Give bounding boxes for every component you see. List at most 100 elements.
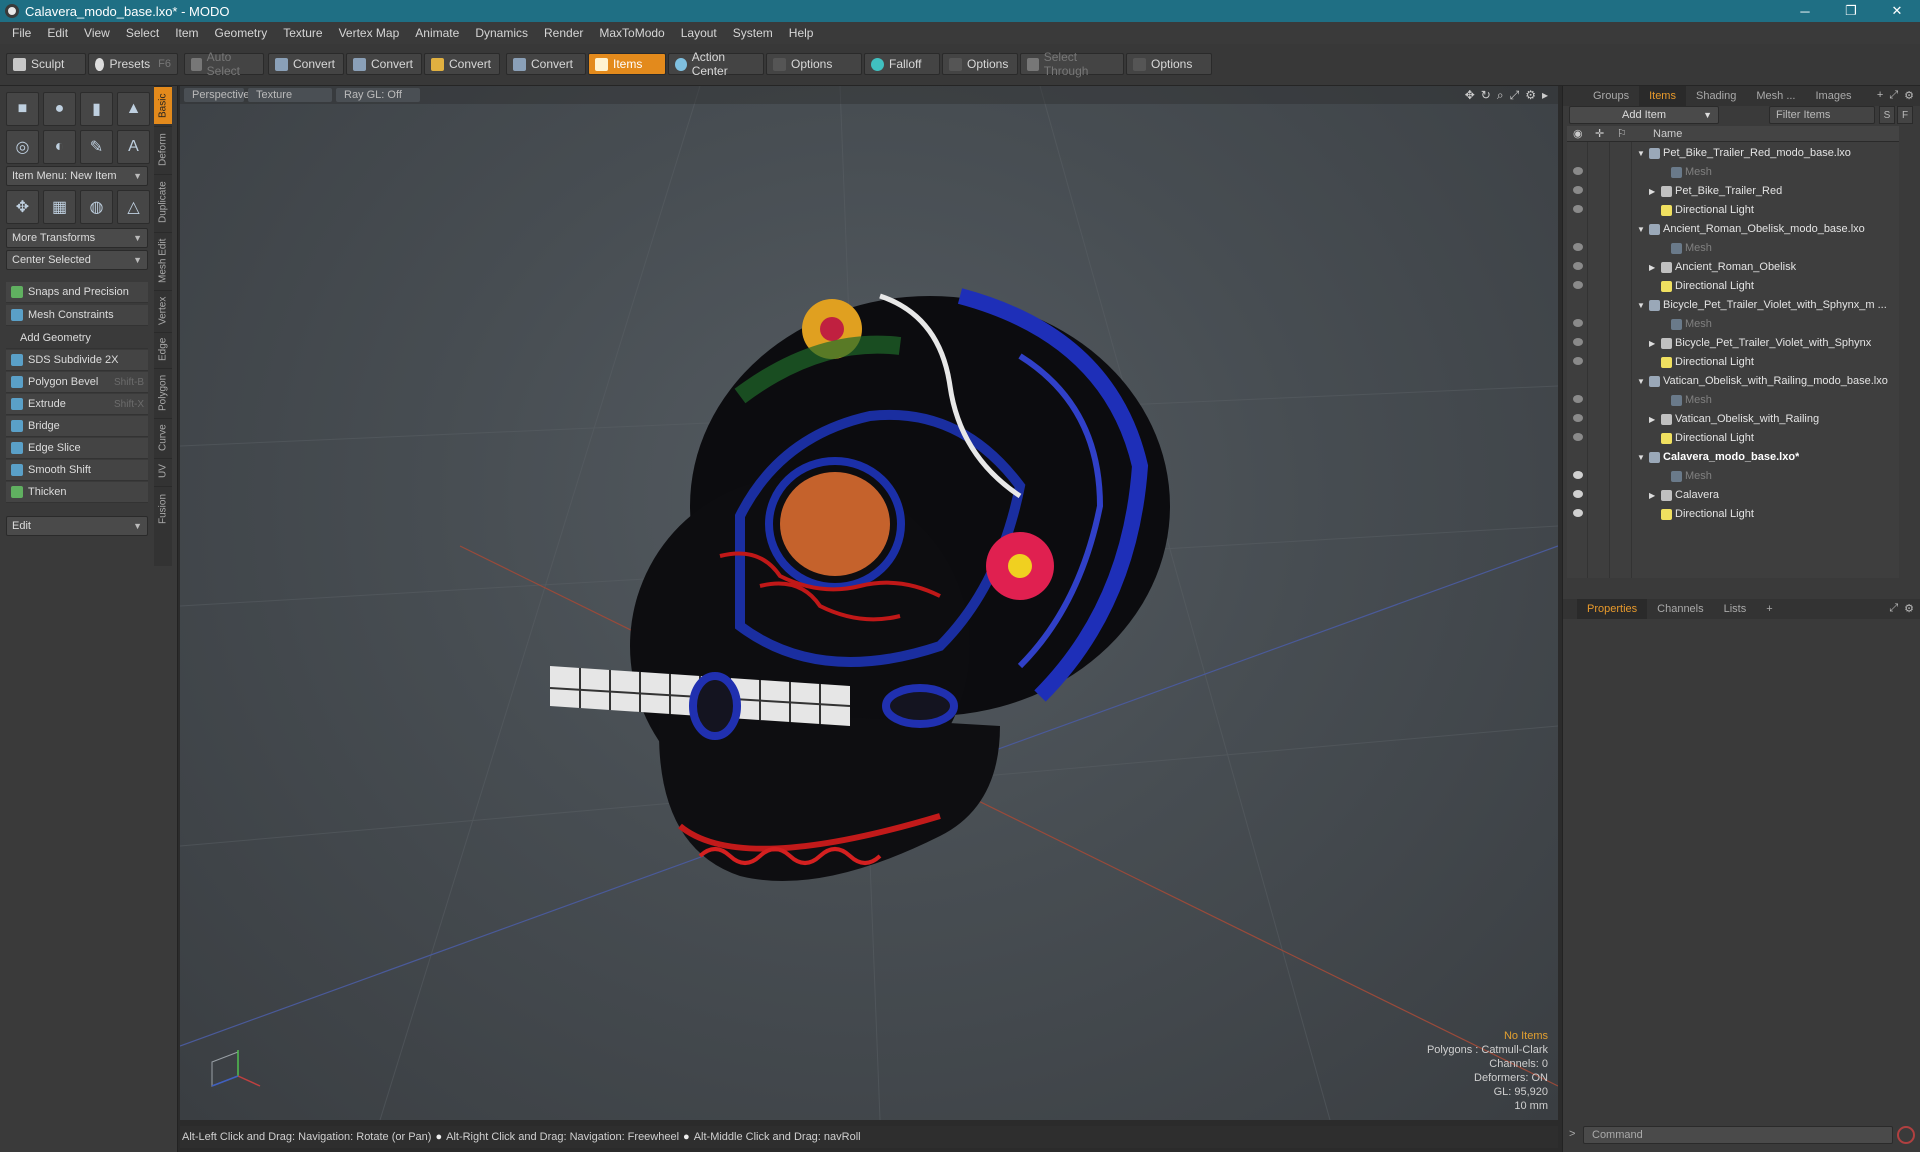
menu-dynamics[interactable]: Dynamics	[467, 26, 536, 40]
expand-right-icon[interactable]: ▶	[1649, 339, 1655, 348]
maximize-view-icon[interactable]: ⤢	[1510, 88, 1520, 103]
tab-deform[interactable]: Deform	[154, 126, 172, 172]
tree-row[interactable]: ▶ Calavera	[1567, 486, 1899, 504]
pyramid-tool-icon[interactable]: △	[117, 190, 150, 224]
select-through-button[interactable]: Select Through	[1020, 50, 1124, 78]
menu-view[interactable]: View	[76, 26, 118, 40]
expand-right-icon[interactable]: ▶	[1649, 187, 1655, 196]
tree-row[interactable]: Directional Light	[1567, 429, 1899, 447]
items-mode-button[interactable]: Items	[588, 53, 666, 75]
presets-button[interactable]: Presets F6	[88, 53, 178, 75]
visibility-eye-icon[interactable]	[1573, 338, 1583, 346]
convert-vertices-button[interactable]: Convert	[268, 53, 344, 75]
menu-help[interactable]: Help	[781, 26, 822, 40]
cone-tool-icon[interactable]: ▲	[117, 92, 150, 126]
expand-icon[interactable]: ⤢	[1889, 602, 1898, 615]
expand-down-icon[interactable]: ▼	[1637, 225, 1645, 234]
menu-item[interactable]: Item	[167, 26, 206, 40]
tree-row[interactable]: ▶ Vatican_Obelisk_with_Railing	[1567, 410, 1899, 428]
visibility-eye-icon[interactable]	[1573, 471, 1583, 479]
convert-polygons-button[interactable]: Convert	[424, 53, 500, 75]
center-selected-dropdown[interactable]: Center Selected ▼	[6, 250, 148, 270]
expand-right-icon[interactable]: ▶	[1649, 491, 1655, 500]
gear-icon[interactable]: ⚙	[1525, 88, 1536, 103]
menu-maxtomodo[interactable]: MaxToModo	[591, 26, 672, 40]
globe-tool-icon[interactable]: ◍	[80, 190, 113, 224]
menu-vertex-map[interactable]: Vertex Map	[331, 26, 408, 40]
ray-gl-tab[interactable]: Ray GL: Off	[336, 88, 420, 102]
tree-row[interactable]: ▶ Ancient_Roman_Obelisk	[1567, 258, 1899, 276]
falloff-options-button[interactable]: Options	[942, 53, 1018, 75]
add-item-dropdown[interactable]: Add Item ▼	[1569, 106, 1719, 124]
polygon-bevel-button[interactable]: Polygon Bevel Shift-B	[6, 372, 148, 393]
expand-right-icon[interactable]: ▶	[1649, 263, 1655, 272]
tab-shading[interactable]: Shading	[1686, 86, 1746, 106]
minimize-button[interactable]: ─	[1782, 0, 1828, 22]
texture-shading-tab[interactable]: Texture	[248, 88, 332, 102]
name-column-header[interactable]: Name	[1653, 128, 1682, 140]
tab-images[interactable]: Images	[1805, 86, 1861, 106]
tree-row[interactable]: ▶ Pet_Bike_Trailer_Red	[1567, 182, 1899, 200]
visibility-eye-icon[interactable]	[1573, 319, 1583, 327]
capsule-tool-icon[interactable]: ◐	[43, 130, 76, 164]
visibility-eye-icon[interactable]	[1573, 262, 1583, 270]
thicken-button[interactable]: Thicken	[6, 482, 148, 503]
move-tool-icon[interactable]: ✥	[6, 190, 39, 224]
text-tool-icon[interactable]: A	[117, 130, 150, 164]
tree-row[interactable]: Mesh	[1567, 315, 1899, 333]
tree-row[interactable]: Mesh	[1567, 467, 1899, 485]
convert-edges-button[interactable]: Convert	[346, 53, 422, 75]
expand-right-icon[interactable]: ▶	[1649, 415, 1655, 424]
item-menu-dropdown[interactable]: Item Menu: New Item ▼	[6, 166, 148, 186]
visibility-eye-icon[interactable]	[1573, 205, 1583, 213]
visibility-eye-icon[interactable]	[1573, 281, 1583, 289]
restore-button[interactable]: ❐	[1828, 0, 1874, 22]
edge-slice-button[interactable]: Edge Slice	[6, 438, 148, 459]
expand-down-icon[interactable]: ▼	[1637, 301, 1645, 310]
eye-column-icon[interactable]: ◉	[1573, 127, 1583, 140]
menu-render[interactable]: Render	[536, 26, 591, 40]
tab-uv[interactable]: UV	[154, 458, 172, 484]
tab-polygon[interactable]: Polygon	[154, 368, 172, 416]
add-geometry-header[interactable]: Add Geometry	[6, 328, 148, 349]
pen-tool-icon[interactable]: ✎	[80, 130, 113, 164]
visibility-eye-icon[interactable]	[1573, 357, 1583, 365]
filter-items-input[interactable]: Filter Items	[1769, 106, 1875, 124]
tab-groups[interactable]: Groups	[1583, 86, 1639, 106]
tree-row[interactable]: Mesh	[1567, 163, 1899, 181]
expand-down-icon[interactable]: ▼	[1637, 377, 1645, 386]
menu-edit[interactable]: Edit	[39, 26, 76, 40]
visibility-eye-icon[interactable]	[1573, 167, 1583, 175]
sphere-tool-icon[interactable]: ●	[43, 92, 76, 126]
tab-mesh[interactable]: Mesh ...	[1746, 86, 1805, 106]
expand-down-icon[interactable]: ▼	[1637, 453, 1645, 462]
auto-select-button[interactable]: Auto Select	[184, 50, 264, 78]
smooth-shift-button[interactable]: Smooth Shift	[6, 460, 148, 481]
action-center-button[interactable]: Action Center	[668, 50, 764, 78]
edit-dropdown[interactable]: Edit ▼	[6, 516, 148, 536]
gear-icon[interactable]: ⚙	[1904, 602, 1914, 615]
sds-subdivide-button[interactable]: SDS Subdivide 2X	[6, 350, 148, 371]
tab-edge[interactable]: Edge	[154, 332, 172, 366]
tree-row[interactable]: ▼ Ancient_Roman_Obelisk_modo_base.lxo	[1567, 220, 1899, 238]
tab-lists[interactable]: Lists	[1714, 599, 1757, 619]
tree-row[interactable]: Mesh	[1567, 239, 1899, 257]
f-filter-button[interactable]: F	[1897, 106, 1913, 124]
tree-row[interactable]: ▼ Calavera_modo_base.lxo*	[1567, 448, 1899, 466]
menu-select[interactable]: Select	[118, 26, 167, 40]
mesh-constraints-button[interactable]: Mesh Constraints	[6, 305, 148, 326]
menu-system[interactable]: System	[725, 26, 781, 40]
bridge-button[interactable]: Bridge	[6, 416, 148, 437]
tree-row[interactable]: Directional Light	[1567, 277, 1899, 295]
torus-tool-icon[interactable]: ◎	[6, 130, 39, 164]
tree-row[interactable]: Directional Light	[1567, 201, 1899, 219]
menu-geometry[interactable]: Geometry	[207, 26, 276, 40]
add-tab-icon[interactable]: +	[1877, 89, 1883, 102]
lock-column-icon[interactable]: ✛	[1595, 127, 1604, 140]
tab-curve[interactable]: Curve	[154, 418, 172, 456]
visibility-eye-icon[interactable]	[1573, 395, 1583, 403]
cylinder-tool-icon[interactable]: ▮	[80, 92, 113, 126]
tree-row[interactable]: Directional Light	[1567, 505, 1899, 523]
render-column-icon[interactable]: ⚐	[1617, 127, 1627, 140]
command-input[interactable]: Command	[1583, 1126, 1893, 1144]
